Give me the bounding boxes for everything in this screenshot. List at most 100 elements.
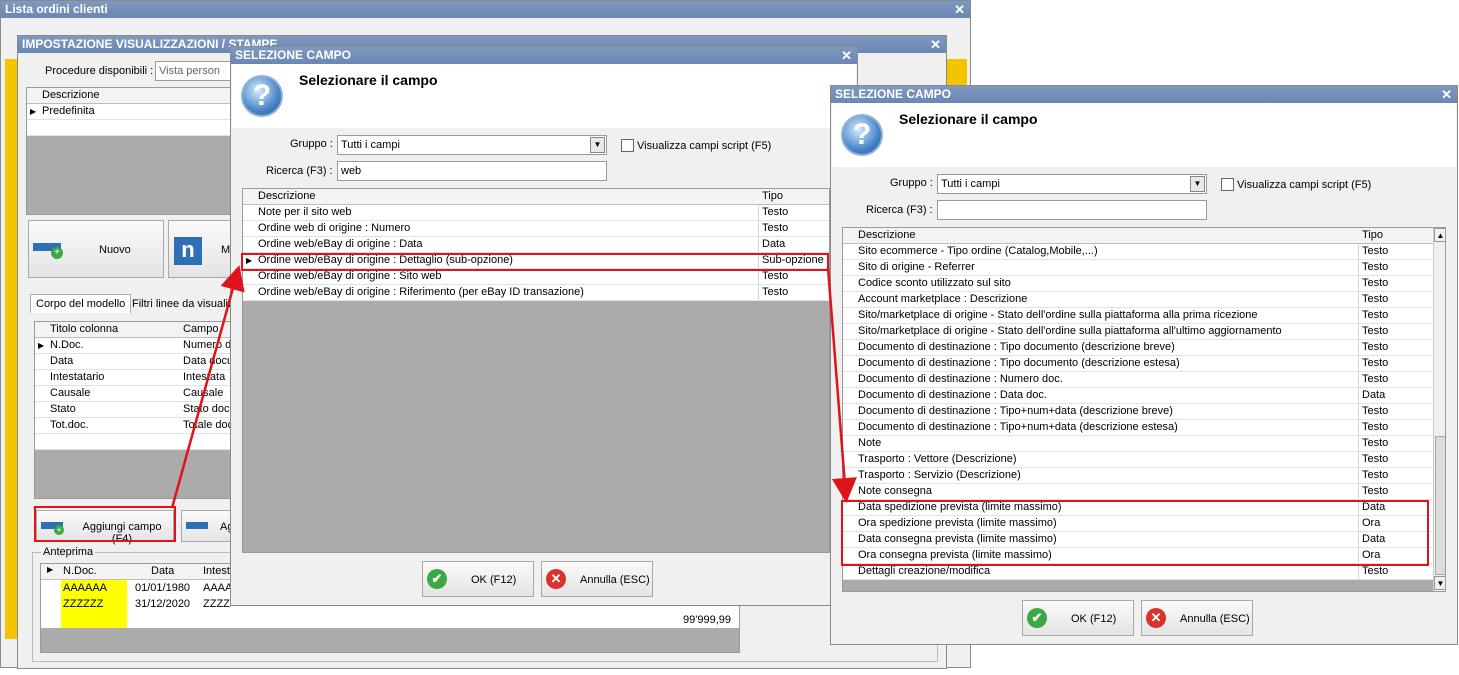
close-icon[interactable]: ✕ [1441,86,1452,103]
table-row[interactable] [27,120,235,136]
table-row[interactable]: Documento di destinazione : Tipo documen… [843,356,1433,372]
column-divider [1358,260,1359,275]
column-divider [1358,276,1359,291]
table-row[interactable]: Intestatario Intestata [35,370,235,386]
field-description: Documento di destinazione : Data doc. [858,389,1047,401]
nuovo-button[interactable]: + Nuovo [28,220,164,278]
ricerca-label: Ricerca (F3) : [266,165,333,177]
table-row[interactable]: Dettagli creazione/modifica Testo [843,564,1433,580]
table-row[interactable]: Ordine web/eBay di origine : Data Data [243,237,829,253]
annulla-button[interactable]: ✕ Annulla (ESC) [541,561,653,597]
chevron-down-icon[interactable]: ▼ [1190,176,1205,192]
close-icon[interactable]: ✕ [954,1,965,18]
table-row[interactable]: Note per il sito web Testo [243,205,829,221]
gruppo-select[interactable]: Tutti i campi ▼ [337,135,607,155]
chevron-down-icon[interactable]: ▼ [590,137,605,153]
field-description: Ordine web/eBay di origine : Dettaglio (… [258,254,513,266]
gruppo-label: Gruppo : [890,177,933,189]
ricerca-label: Ricerca (F3) : [866,204,933,216]
column-field: Totale doc [183,419,234,431]
column-divider [1358,484,1359,499]
field-type: Ora [1362,517,1381,529]
table-row[interactable]: Documento di destinazione : Tipo documen… [843,340,1433,356]
table-row[interactable]: Note consegna Testo [843,484,1433,500]
table-row[interactable]: Documento di destinazione : Tipo+num+dat… [843,420,1433,436]
table-row[interactable]: ▶ Predefinita [27,104,235,120]
table-row[interactable]: Ordine web/eBay di origine : Riferimento… [243,285,829,301]
script-checkbox[interactable] [1221,178,1234,191]
ricerca-input[interactable] [937,200,1207,220]
table-row[interactable]: Sito ecommerce - Tipo ordine (Catalog,Mo… [843,244,1433,260]
scroll-down-icon[interactable]: ▼ [1434,576,1445,590]
dialog1-titlebar: SELEZIONE CAMPO ✕ [231,47,857,64]
column-divider [758,253,759,268]
field-type: Testo [1362,469,1389,481]
table-row[interactable]: Note Testo [843,436,1433,452]
table-row[interactable]: Trasporto : Vettore (Descrizione) Testo [843,452,1433,468]
table-row[interactable]: Documento di destinazione : Data doc. Dat… [843,388,1433,404]
table-row[interactable]: Sito di origine - Referrer Testo [843,260,1433,276]
field-type: Testo [1362,277,1389,289]
columns-grid-header: Titolo colonna Campo [35,322,235,338]
question-icon: ? [841,114,883,156]
table-row[interactable]: Ora spedizione prevista (limite massimo)… [843,516,1433,532]
column-divider [1358,548,1359,563]
script-checkbox[interactable] [621,139,634,152]
aggiungi-campo-button[interactable]: + Aggiungi campo (F4) [36,510,174,545]
table-row[interactable]: Ordine web di origine : Numero Testo [243,221,829,237]
table-row[interactable]: Sito/marketplace di origine - Stato dell… [843,308,1433,324]
table-row[interactable]: Causale Causale [35,386,235,402]
row-pointer-icon: ▶ [38,341,45,350]
row-pointer-icon: ▶ [47,565,54,574]
gruppo-select[interactable]: Tutti i campi ▼ [937,174,1207,194]
table-row[interactable]: ▶ Ordine web/eBay di origine : Dettaglio … [243,253,829,269]
scroll-up-icon[interactable]: ▲ [1434,228,1445,242]
field-type: Data [762,238,786,250]
procedure-grid[interactable]: Descrizione ▶ Predefinita [26,87,236,215]
dialog2-fields-grid[interactable]: Descrizione Tipo Sito ecommerce - Tipo o… [842,227,1446,592]
table-row[interactable]: Data spedizione prevista (limite massimo… [843,500,1433,516]
table-row[interactable]: Tot.doc. Totale doc [35,418,235,434]
close-icon[interactable]: ✕ [841,47,852,64]
close-icon[interactable]: ✕ [930,36,941,53]
table-row[interactable]: Trasporto : Servizio (Descrizione) Testo [843,468,1433,484]
table-row[interactable]: Data consegna prevista (limite massimo) D… [843,532,1433,548]
column-field: Numero d [183,339,232,351]
row-pointer-icon: ▶ [30,107,37,116]
table-row[interactable]: Stato Stato doc [35,402,235,418]
table-row[interactable]: Account marketplace : Descrizione Testo [843,292,1433,308]
columns-grid[interactable]: Titolo colonna Campo ▶ N.Doc. Numero d Data… [34,321,236,499]
column-divider [1358,292,1359,307]
tab-filtri[interactable]: Filtri linee da visualiz [132,298,233,310]
table-row[interactable]: Documento di destinazione : Tipo+num+dat… [843,404,1433,420]
ricerca-input[interactable]: web [337,161,607,181]
column-title: Intestatario [50,371,105,383]
preview-cell: AAAA [203,582,233,594]
tab-corpo-modello[interactable]: Corpo del modello [30,294,132,313]
table-row[interactable]: Documento di destinazione : Numero doc. T… [843,372,1433,388]
column-divider [1358,532,1359,547]
scrollbar[interactable]: ▲ ▼ [1433,228,1445,591]
scroll-thumb[interactable] [1435,436,1445,575]
table-row[interactable]: Ordine web/eBay di origine : Sito web Tes… [243,269,829,285]
gruppo-label: Gruppo : [290,138,333,150]
modifica-button[interactable]: n M [168,220,236,278]
annulla-button[interactable]: ✕ Annulla (ESC) [1141,600,1253,636]
table-row[interactable] [35,434,235,450]
ok-button[interactable]: ✔ OK (F12) [1022,600,1134,636]
field-description: Sito di origine - Referrer [858,261,975,273]
field-description: Note per il sito web [258,206,352,218]
ok-button[interactable]: ✔ OK (F12) [422,561,534,597]
table-row[interactable]: Codice sconto utilizzato sul sito Testo [843,276,1433,292]
table-row[interactable]: Ora consegna prevista (limite massimo) Or… [843,548,1433,564]
table-row[interactable]: Data Data docu [35,354,235,370]
column-divider [1358,244,1359,259]
field-type: Testo [762,270,789,282]
field-description: Account marketplace : Descrizione [858,293,1028,305]
select-field-dialog-1: SELEZIONE CAMPO ✕ ? Selezionare il campo… [230,46,858,606]
aggiungi-secondary-button[interactable]: Ag [181,510,236,542]
table-row[interactable]: ▶ N.Doc. Numero d [35,338,235,354]
dialog1-fields-grid[interactable]: Descrizione Tipo Note per il sito web Tes… [242,188,830,553]
table-row[interactable]: Sito/marketplace di origine - Stato dell… [843,324,1433,340]
procedure-field[interactable]: Vista person [155,61,235,81]
